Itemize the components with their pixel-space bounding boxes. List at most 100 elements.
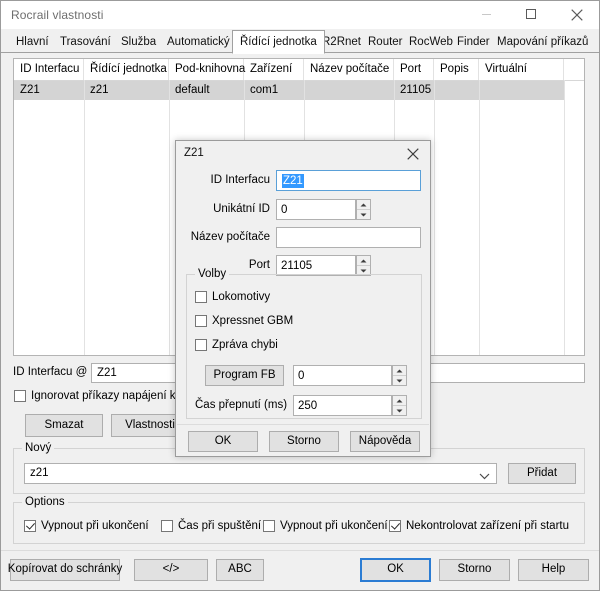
dialog-unique-id-spinner[interactable] bbox=[356, 199, 371, 220]
volby-checkbox-label: Xpressnet GBM bbox=[212, 315, 293, 327]
ignore-power-commands-label: Ignorovat příkazy napájení koleji bbox=[31, 390, 196, 402]
abc-button[interactable]: ABC bbox=[216, 559, 264, 581]
main-window: Rocrail vlastnosti HlavníTrasováníSlužba… bbox=[0, 0, 600, 591]
help-button[interactable]: Help bbox=[518, 559, 589, 581]
spinner-down-icon[interactable] bbox=[393, 375, 406, 385]
option-checkbox-2[interactable]: Čas při spuštění bbox=[161, 520, 261, 532]
table-row[interactable]: Z21z21defaultcom1 21105 bbox=[14, 81, 564, 100]
table-column-header[interactable]: Název počítače bbox=[304, 59, 394, 80]
cancel-button[interactable]: Storno bbox=[439, 559, 510, 581]
maximize-button[interactable] bbox=[509, 1, 554, 28]
dialog-interface-id-value: Z21 bbox=[282, 174, 304, 188]
table-cell: com1 bbox=[244, 81, 304, 100]
window-titlebar: Rocrail vlastnosti bbox=[1, 1, 599, 29]
window-title: Rocrail vlastnosti bbox=[11, 8, 104, 22]
dialog-unique-id-input[interactable] bbox=[276, 199, 356, 220]
ignore-power-commands-checkbox[interactable]: Ignorovat příkazy napájení koleji bbox=[14, 390, 196, 402]
spinner-down-icon[interactable] bbox=[393, 405, 406, 415]
option-checkbox-label: Nekontrolovat zařízení při startu bbox=[406, 520, 569, 532]
volby-checkbox-3[interactable]: Zpráva chybi bbox=[195, 339, 278, 351]
z21-properties-dialog: Z21 ID Interfacu Z21 Unikátní ID Název p… bbox=[175, 140, 431, 457]
table-cell: 21105 bbox=[394, 81, 434, 100]
checkbox-box[interactable] bbox=[195, 339, 207, 351]
option-checkbox-label: Vypnout při ukončení bbox=[41, 520, 149, 532]
switch-time-label: Čas přepnutí (ms) bbox=[195, 399, 287, 411]
table-column-header[interactable]: Virtuální bbox=[479, 59, 564, 80]
program-fb-spinner[interactable] bbox=[392, 365, 407, 386]
table-column-header[interactable]: Řídící jednotka bbox=[84, 59, 169, 80]
table-cell: default bbox=[169, 81, 244, 100]
volby-group-title: Volby bbox=[195, 268, 229, 280]
checkbox-box[interactable] bbox=[195, 315, 207, 327]
switch-time-input[interactable] bbox=[293, 395, 392, 416]
table-cell bbox=[479, 81, 564, 100]
minimize-button[interactable] bbox=[464, 1, 509, 28]
table-header-row: ID InterfacuŘídící jednotkaPod-knihovnaZ… bbox=[14, 59, 584, 81]
interface-id-label: ID Interfacu @ bbox=[13, 366, 87, 378]
xml-code-button[interactable]: </> bbox=[134, 559, 208, 581]
new-controller-combobox[interactable]: z21 bbox=[24, 463, 497, 484]
table-column-header[interactable]: Port bbox=[394, 59, 434, 80]
dialog-cancel-button[interactable]: Storno bbox=[269, 431, 339, 452]
tab-automatick[interactable]: Automatický bbox=[160, 31, 237, 53]
switch-time-spinner[interactable] bbox=[392, 395, 407, 416]
add-button[interactable]: Přidat bbox=[508, 463, 576, 484]
volby-checkbox-label: Zpráva chybi bbox=[212, 339, 278, 351]
copy-to-clipboard-button[interactable]: Kopírovat do schránky bbox=[10, 559, 120, 581]
options-group-title: Options bbox=[22, 496, 68, 508]
new-group-title: Nový bbox=[22, 442, 54, 454]
column-divider bbox=[434, 80, 435, 356]
ok-button[interactable]: OK bbox=[360, 558, 431, 582]
chevron-down-icon bbox=[479, 471, 490, 483]
close-button[interactable] bbox=[554, 1, 599, 28]
table-column-header[interactable]: Pod-knihovna bbox=[169, 59, 244, 80]
delete-button[interactable]: Smazat bbox=[25, 414, 103, 437]
table-column-header[interactable]: Zařízení bbox=[244, 59, 304, 80]
dialog-help-button[interactable]: Nápověda bbox=[350, 431, 420, 452]
dialog-port-spinner[interactable] bbox=[356, 255, 371, 276]
dialog-separator bbox=[177, 424, 429, 425]
table-cell: z21 bbox=[84, 81, 169, 100]
column-divider bbox=[84, 80, 85, 356]
dialog-port-input[interactable] bbox=[276, 255, 356, 276]
checkbox-box[interactable] bbox=[24, 520, 36, 532]
option-checkbox-3[interactable]: Vypnout při ukončení bbox=[263, 520, 388, 532]
checkbox-box[interactable] bbox=[263, 520, 275, 532]
volby-checkbox-1[interactable]: Lokomotivy bbox=[195, 291, 270, 303]
dialog-titlebar: Z21 bbox=[176, 141, 430, 167]
tab-d-c-jednotka[interactable]: Řídící jednotka bbox=[232, 30, 325, 54]
column-divider bbox=[564, 80, 565, 356]
program-fb-input[interactable] bbox=[293, 365, 392, 386]
option-checkbox-1[interactable]: Vypnout při ukončení bbox=[24, 520, 149, 532]
table-cell bbox=[304, 81, 394, 100]
volby-group: Volby Program FB Čas přepnutí (ms) bbox=[186, 274, 422, 419]
checkbox-box[interactable] bbox=[14, 390, 26, 402]
dialog-interface-id-input[interactable]: Z21 bbox=[276, 170, 421, 191]
checkbox-box[interactable] bbox=[161, 520, 173, 532]
tab-trasov-n[interactable]: Trasování bbox=[53, 31, 118, 53]
dialog-ok-button[interactable]: OK bbox=[188, 431, 258, 452]
spinner-down-icon[interactable] bbox=[357, 209, 370, 219]
table-column-header[interactable]: Popis bbox=[434, 59, 479, 80]
dialog-close-icon[interactable] bbox=[396, 141, 430, 166]
tab-slu-ba[interactable]: Služba bbox=[114, 31, 163, 53]
tab-hlavn[interactable]: Hlavní bbox=[9, 31, 56, 53]
tab-mapov-n-p-kaz[interactable]: Mapování příkazů bbox=[490, 31, 595, 53]
footer-bar: Kopírovat do schránky </> ABC OK Storno … bbox=[1, 550, 599, 591]
option-checkbox-label: Čas při spuštění bbox=[178, 520, 261, 532]
dialog-title: Z21 bbox=[184, 147, 204, 159]
volby-checkbox-label: Lokomotivy bbox=[212, 291, 270, 303]
checkbox-box[interactable] bbox=[195, 291, 207, 303]
program-fb-button[interactable]: Program FB bbox=[205, 365, 284, 386]
table-column-header[interactable]: ID Interfacu bbox=[14, 59, 84, 80]
volby-checkbox-2[interactable]: Xpressnet GBM bbox=[195, 315, 293, 327]
checkbox-box[interactable] bbox=[389, 520, 401, 532]
option-checkbox-4[interactable]: Nekontrolovat zařízení při startu bbox=[389, 520, 569, 532]
spinner-up-icon[interactable] bbox=[393, 366, 406, 375]
dialog-hostname-input[interactable] bbox=[276, 227, 421, 248]
spinner-up-icon[interactable] bbox=[393, 396, 406, 405]
spinner-up-icon[interactable] bbox=[357, 256, 370, 265]
table-cell: Z21 bbox=[14, 81, 84, 100]
options-group: Options Vypnout při ukončeníČas při spuš… bbox=[13, 502, 585, 544]
spinner-up-icon[interactable] bbox=[357, 200, 370, 209]
